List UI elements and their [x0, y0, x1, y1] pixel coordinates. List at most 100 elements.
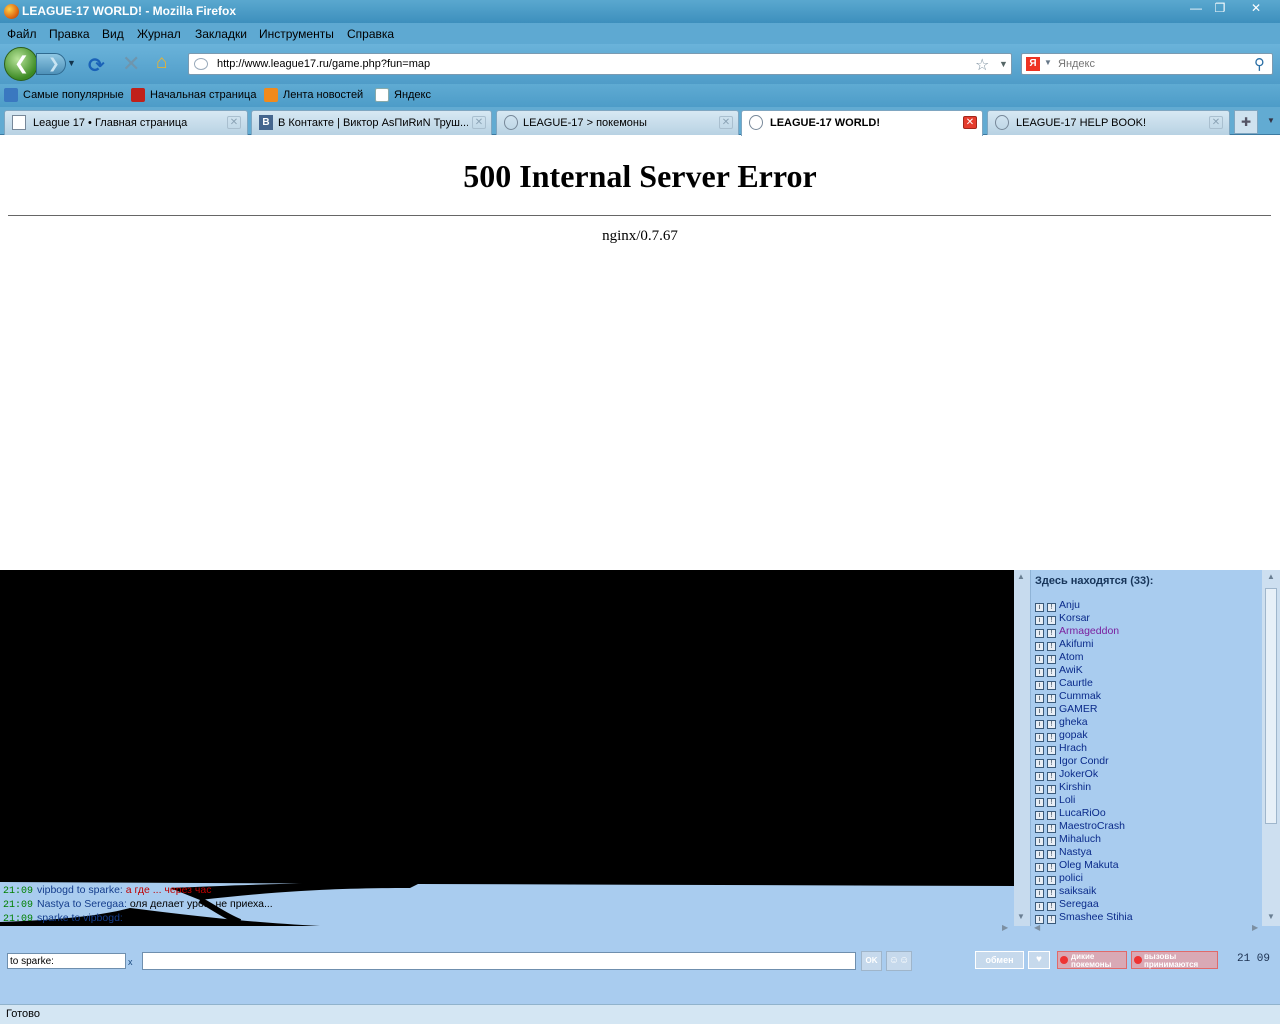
- chat-scrollbar[interactable]: ▲ ▼: [1014, 570, 1030, 926]
- user-private-message-icon[interactable]: !: [1047, 759, 1056, 768]
- user-info-icon[interactable]: i: [1035, 863, 1044, 872]
- user-private-message-icon[interactable]: !: [1047, 707, 1056, 716]
- user-name[interactable]: Hrach: [1059, 742, 1087, 754]
- user-info-icon[interactable]: i: [1035, 811, 1044, 820]
- menu-bookmarks[interactable]: Закладки: [195, 27, 247, 41]
- scrollbar-thumb[interactable]: [1265, 588, 1277, 824]
- user-name[interactable]: polici: [1059, 872, 1083, 884]
- user-info-icon[interactable]: i: [1035, 629, 1044, 638]
- user-info-icon[interactable]: i: [1035, 720, 1044, 729]
- scroll-down-icon[interactable]: ▼: [1267, 912, 1275, 921]
- favorites-button[interactable]: ♥: [1028, 951, 1050, 969]
- user-info-icon[interactable]: i: [1035, 876, 1044, 885]
- scroll-left-icon[interactable]: ◀: [1034, 923, 1040, 932]
- challenges-toggle[interactable]: вызовы принимаются: [1131, 951, 1218, 969]
- trade-button[interactable]: обмен: [975, 951, 1024, 969]
- user-name[interactable]: Smashee Stihia: [1059, 911, 1133, 923]
- wild-pokemon-toggle[interactable]: дикие покемоны: [1057, 951, 1127, 969]
- tab-vkontakte[interactable]: B В Контакте | Виктор AsПиRиN Труш... ✕: [251, 110, 492, 135]
- user-name[interactable]: Caurtle: [1059, 677, 1093, 689]
- bookmark-most-popular[interactable]: Самые популярные: [4, 88, 124, 104]
- tab-league17-home[interactable]: League 17 • Главная страница ✕: [4, 110, 248, 135]
- user-name[interactable]: Mihaluch: [1059, 833, 1101, 845]
- user-private-message-icon[interactable]: !: [1047, 746, 1056, 755]
- scroll-right-icon[interactable]: ▶: [1252, 923, 1258, 932]
- user-info-icon[interactable]: i: [1035, 681, 1044, 690]
- tab-close-icon[interactable]: ✕: [227, 116, 241, 129]
- menu-edit[interactable]: Правка: [49, 27, 90, 41]
- user-name[interactable]: MaestroCrash: [1059, 820, 1125, 832]
- user-name[interactable]: GAMER: [1059, 703, 1098, 715]
- user-info-icon[interactable]: i: [1035, 642, 1044, 651]
- user-name[interactable]: Armageddon: [1059, 625, 1119, 637]
- user-private-message-icon[interactable]: !: [1047, 694, 1056, 703]
- user-info-icon[interactable]: i: [1035, 694, 1044, 703]
- user-private-message-icon[interactable]: !: [1047, 642, 1056, 651]
- user-name[interactable]: Oleg Makuta: [1059, 859, 1119, 871]
- user-private-message-icon[interactable]: !: [1047, 603, 1056, 612]
- user-list-horizontal-scrollbar[interactable]: ◀ ▶: [1030, 923, 1262, 934]
- scroll-up-icon[interactable]: ▲: [1017, 572, 1025, 581]
- user-name[interactable]: Igor Condr: [1059, 755, 1109, 767]
- user-name[interactable]: Korsar: [1059, 612, 1090, 624]
- user-name[interactable]: Seregaa: [1059, 898, 1099, 910]
- user-name[interactable]: Kirshin: [1059, 781, 1091, 793]
- scroll-right-icon[interactable]: ▶: [1002, 923, 1008, 932]
- user-private-message-icon[interactable]: !: [1047, 720, 1056, 729]
- user-private-message-icon[interactable]: !: [1047, 863, 1056, 872]
- restore-button[interactable]: ❐: [1210, 1, 1230, 17]
- user-private-message-icon[interactable]: !: [1047, 798, 1056, 807]
- user-info-icon[interactable]: i: [1035, 616, 1044, 625]
- menu-tools[interactable]: Инструменты: [259, 27, 334, 41]
- user-info-icon[interactable]: i: [1035, 759, 1044, 768]
- user-private-message-icon[interactable]: !: [1047, 681, 1056, 690]
- user-info-icon[interactable]: i: [1035, 850, 1044, 859]
- user-private-message-icon[interactable]: !: [1047, 837, 1056, 846]
- user-private-message-icon[interactable]: !: [1047, 785, 1056, 794]
- site-identity-icon[interactable]: [194, 58, 208, 70]
- user-private-message-icon[interactable]: !: [1047, 824, 1056, 833]
- user-name[interactable]: saiksaik: [1059, 885, 1096, 897]
- bookmark-start-page[interactable]: Начальная страница: [131, 88, 256, 104]
- clear-recipient-button[interactable]: x: [128, 957, 133, 967]
- forward-button[interactable]: ❯: [36, 53, 66, 75]
- scroll-down-icon[interactable]: ▼: [1017, 912, 1025, 921]
- user-private-message-icon[interactable]: !: [1047, 850, 1056, 859]
- user-private-message-icon[interactable]: !: [1047, 616, 1056, 625]
- user-private-message-icon[interactable]: !: [1047, 902, 1056, 911]
- bookmark-star-icon[interactable]: ☆: [975, 55, 989, 75]
- user-name[interactable]: AwiK: [1059, 664, 1083, 676]
- message-input[interactable]: [142, 952, 856, 970]
- chat-horizontal-scrollbar[interactable]: ▶: [0, 923, 1014, 934]
- user-private-message-icon[interactable]: !: [1047, 629, 1056, 638]
- tab-close-icon[interactable]: ✕: [719, 116, 733, 129]
- search-engine-selector[interactable]: Я ▼: [1024, 56, 1054, 72]
- user-info-icon[interactable]: i: [1035, 824, 1044, 833]
- back-button[interactable]: ❮: [4, 47, 38, 81]
- menu-file[interactable]: Файл: [7, 27, 37, 41]
- bookmark-news-feed[interactable]: Лента новостей: [264, 88, 363, 104]
- user-name[interactable]: gopak: [1059, 729, 1088, 741]
- reload-icon[interactable]: ⟳: [88, 53, 110, 77]
- menu-history[interactable]: Журнал: [137, 27, 181, 41]
- user-info-icon[interactable]: i: [1035, 746, 1044, 755]
- user-private-message-icon[interactable]: !: [1047, 655, 1056, 664]
- user-name[interactable]: LucaRiOo: [1059, 807, 1106, 819]
- tab-close-icon[interactable]: ✕: [963, 116, 977, 129]
- minimize-button[interactable]: —: [1186, 1, 1206, 17]
- user-private-message-icon[interactable]: !: [1047, 668, 1056, 677]
- scroll-up-icon[interactable]: ▲: [1267, 572, 1275, 581]
- user-info-icon[interactable]: i: [1035, 603, 1044, 612]
- chat-sender[interactable]: Nastya to Seregaa:: [37, 898, 127, 910]
- user-info-icon[interactable]: i: [1035, 837, 1044, 846]
- menu-help[interactable]: Справка: [347, 27, 394, 41]
- user-name[interactable]: Anju: [1059, 599, 1080, 611]
- search-icon[interactable]: ⚲: [1254, 55, 1265, 73]
- user-info-icon[interactable]: i: [1035, 902, 1044, 911]
- user-info-icon[interactable]: i: [1035, 668, 1044, 677]
- user-info-icon[interactable]: i: [1035, 785, 1044, 794]
- chat-log[interactable]: 21:09 vipbogd to sparke: а где ... через …: [0, 570, 1014, 926]
- home-icon[interactable]: ⌂: [156, 52, 178, 74]
- user-name[interactable]: Atom: [1059, 651, 1084, 663]
- stop-icon[interactable]: ✕: [122, 51, 144, 76]
